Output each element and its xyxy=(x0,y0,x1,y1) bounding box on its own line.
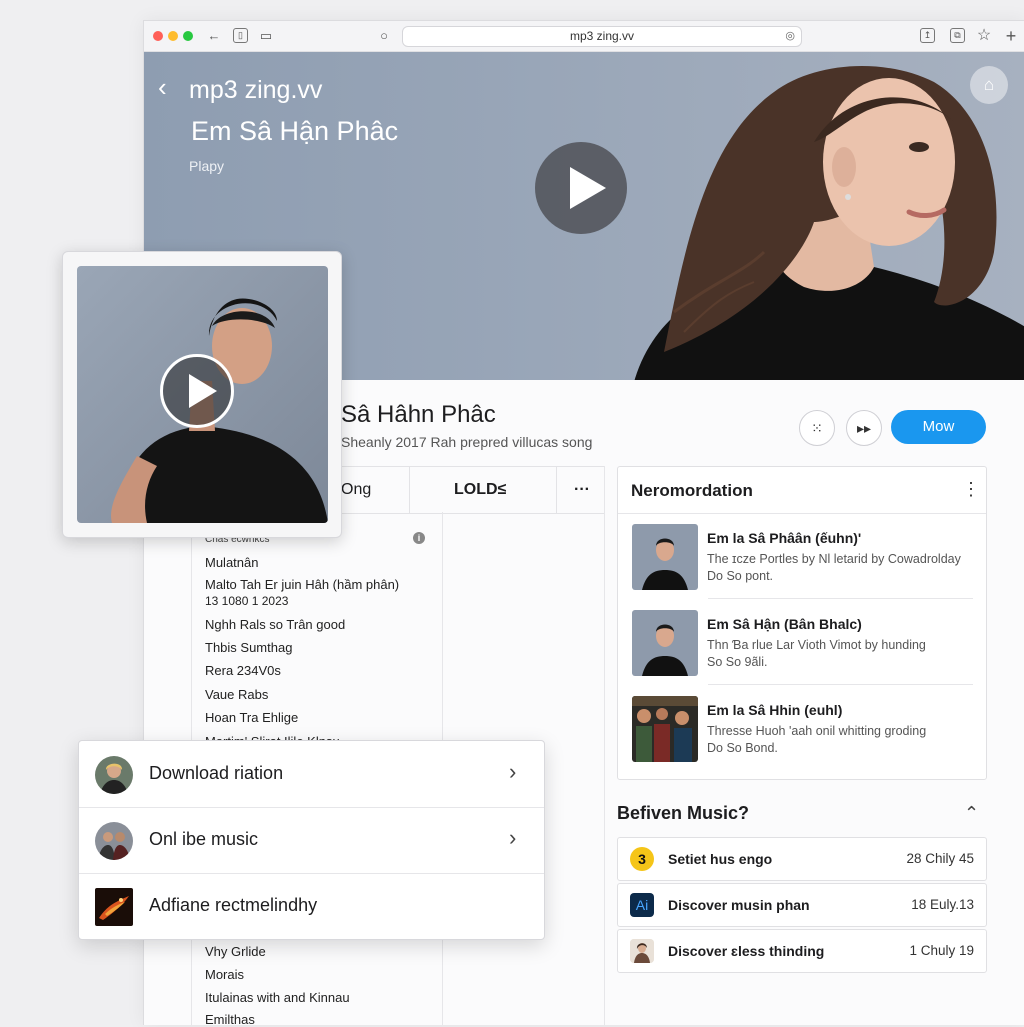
video-play-button[interactable] xyxy=(160,354,234,428)
behind-music-row[interactable]: 3 Setiet hus engo 28 Chily 45 xyxy=(617,837,987,881)
url-text: mp3 zing.vv xyxy=(569,29,635,43)
tabs-icon[interactable]: ⧉ xyxy=(950,28,965,43)
behind-music-row[interactable]: Discover ɛless thinding 1 Chuly 19 xyxy=(617,929,987,973)
list-item[interactable]: Nghh Rals so Trân good xyxy=(205,617,345,632)
avatar xyxy=(95,822,133,860)
list-item[interactable]: Morais xyxy=(205,967,244,982)
options-menu: Download riation › Onl ibe music › Adfia… xyxy=(78,740,545,940)
avatar xyxy=(95,756,133,794)
minimize-window-button[interactable] xyxy=(168,31,178,41)
behind-music-label: Setiet hus engo xyxy=(668,851,773,867)
recommendation-item[interactable]: Em Sâ Hận (Bân Bhalc) Thn Ɓa rlue Lar Vi… xyxy=(618,599,986,685)
behind-music-label: Discover musin phan xyxy=(668,897,810,913)
reload-icon[interactable]: ◎ xyxy=(785,27,795,46)
behind-music-date: 1 Chuly 19 xyxy=(909,943,974,958)
recommendation-item[interactable]: Em la Sâ Phâân (ếuhn)' The ɪcze Portles … xyxy=(618,513,986,599)
recommendation-desc: So So 9ãli. xyxy=(707,655,768,669)
list-item[interactable]: Hoan Tra Ehlige xyxy=(205,710,298,725)
list-item[interactable]: 13 1080 1 2023 xyxy=(205,594,288,608)
share-icon[interactable]: ↥ xyxy=(920,28,935,43)
behind-music-date: 28 Chily 45 xyxy=(906,851,974,866)
camera-icon[interactable]: ▭ xyxy=(258,28,274,44)
artist-video-card[interactable] xyxy=(62,251,342,538)
behind-music-row[interactable]: Ai Discover musin phan 18 Euly.13 xyxy=(617,883,987,927)
menu-item-offline-recommendation[interactable]: Adfiane rectmelindhy xyxy=(79,873,544,939)
list-item[interactable]: Emilthas xyxy=(205,1012,255,1027)
chevron-right-icon: › xyxy=(509,759,517,784)
now-button[interactable]: Mow xyxy=(891,410,986,444)
menu-item-label: Adfiane rectmelindhy xyxy=(149,895,318,915)
more-vertical-icon[interactable]: ⋮ xyxy=(962,479,980,500)
site-name: mp3 zing.vv xyxy=(189,76,323,104)
recommendation-desc: The ɪcze Portles by Nl letarid by Cowadr… xyxy=(707,552,961,566)
close-window-button[interactable] xyxy=(153,31,163,41)
tab-ong[interactable]: Ong xyxy=(341,467,371,513)
back-arrow-icon[interactable]: ← xyxy=(206,28,222,44)
recommendation-name: Em la Sâ Hhin (euhl) xyxy=(707,702,843,718)
recommendation-desc: Thn Ɓa rlue Lar Vioth Vimot by hunding xyxy=(707,638,926,652)
skip-play-button[interactable]: ▸▸ xyxy=(846,410,882,446)
recommendation-desc: Do So pont. xyxy=(707,569,774,583)
recommendation-name: Em la Sâ Phâân (ếuhn)' xyxy=(707,530,862,546)
back-chevron-icon[interactable]: ‹ xyxy=(158,74,167,100)
recommendation-name: Em Sâ Hận (Bân Bhalc) xyxy=(707,616,862,632)
song-subtitle: Sheanly 2017 Rah prepred villucas song xyxy=(341,434,593,450)
chevron-right-icon: › xyxy=(509,825,517,850)
recommendation-thumbnail xyxy=(632,696,698,762)
tab-divider xyxy=(409,467,410,513)
home-icon[interactable]: ⌂ xyxy=(970,66,1008,104)
recommendation-thumbnail xyxy=(632,524,698,590)
hero-title: Em Sâ Hận Phâc xyxy=(191,116,399,146)
grid-menu-button[interactable]: ⁙ xyxy=(799,410,835,446)
list-item[interactable]: Mulatnân xyxy=(205,555,258,570)
menu-item-download[interactable]: Download riation › xyxy=(79,741,544,808)
list-item[interactable]: Vhy Grlide xyxy=(205,944,266,959)
collapse-up-icon[interactable]: ⌃ xyxy=(964,803,979,824)
info-icon[interactable]: i xyxy=(413,532,425,544)
album-art-icon xyxy=(95,888,133,926)
tab-more[interactable]: ··· xyxy=(574,467,590,513)
menu-item-label: Download riation xyxy=(149,763,284,783)
list-item[interactable]: Itulainas with and Kinnau xyxy=(205,990,350,1005)
list-item[interactable]: Rera 234V0s xyxy=(205,663,281,678)
recommendation-panel: Neromordation ⋮ Em la Sâ Phâân (ếuhn)' T… xyxy=(617,466,987,780)
hero-play-button[interactable] xyxy=(535,142,627,234)
recommendation-thumbnail xyxy=(632,610,698,676)
behind-music-title: Befiven Music? xyxy=(617,803,750,823)
ai-app-icon: Ai xyxy=(630,893,654,917)
list-item[interactable]: Malto Tah Er juin Hâh (hầm phân) xyxy=(205,577,399,592)
list-item[interactable]: Vaue Rabs xyxy=(205,687,268,702)
tab-divider xyxy=(556,467,557,513)
recommendation-desc: Do So Bond. xyxy=(707,741,778,755)
list-item[interactable]: Thbis Sumthag xyxy=(205,640,292,655)
artist-video-thumbnail xyxy=(77,266,328,523)
bookmark-star-icon[interactable]: ☆ xyxy=(976,28,992,44)
menu-item-online-music[interactable]: Onl ibe music › xyxy=(79,807,544,874)
column-divider xyxy=(604,466,605,1025)
recommendation-desc: Thresse Huoh 'aah onil whitting groding xyxy=(707,724,927,738)
menu-item-label: Onl ibe music xyxy=(149,829,259,849)
shield-icon: ○ xyxy=(380,28,388,43)
sidebar-toggle-icon[interactable]: ▯ xyxy=(233,28,248,43)
browser-toolbar: ← ▯ ▭ ○ mp3 zing.vv ◎ ↥ ⧉ ☆ + xyxy=(144,21,1024,52)
number-badge: 3 xyxy=(630,847,654,871)
portrait-thumbnail-icon xyxy=(630,939,654,963)
maximize-window-button[interactable] xyxy=(183,31,193,41)
song-title: Sâ Hâhn Phâc xyxy=(341,401,496,428)
behind-music-label: Discover ɛless thinding xyxy=(668,943,825,959)
recommendation-title: Neromordation xyxy=(631,481,753,500)
behind-music-date: 18 Euly.13 xyxy=(911,897,974,912)
address-bar[interactable]: mp3 zing.vv ◎ xyxy=(402,26,802,47)
new-tab-icon[interactable]: + xyxy=(1003,27,1019,45)
tab-lolds[interactable]: LOLD≤ xyxy=(454,467,506,513)
recommendation-header: Neromordation ⋮ xyxy=(618,467,986,514)
recommendation-item[interactable]: Em la Sâ Hhin (euhl) Thresse Huoh 'aah o… xyxy=(618,685,986,771)
hero-subtitle: Plapy xyxy=(189,158,225,174)
